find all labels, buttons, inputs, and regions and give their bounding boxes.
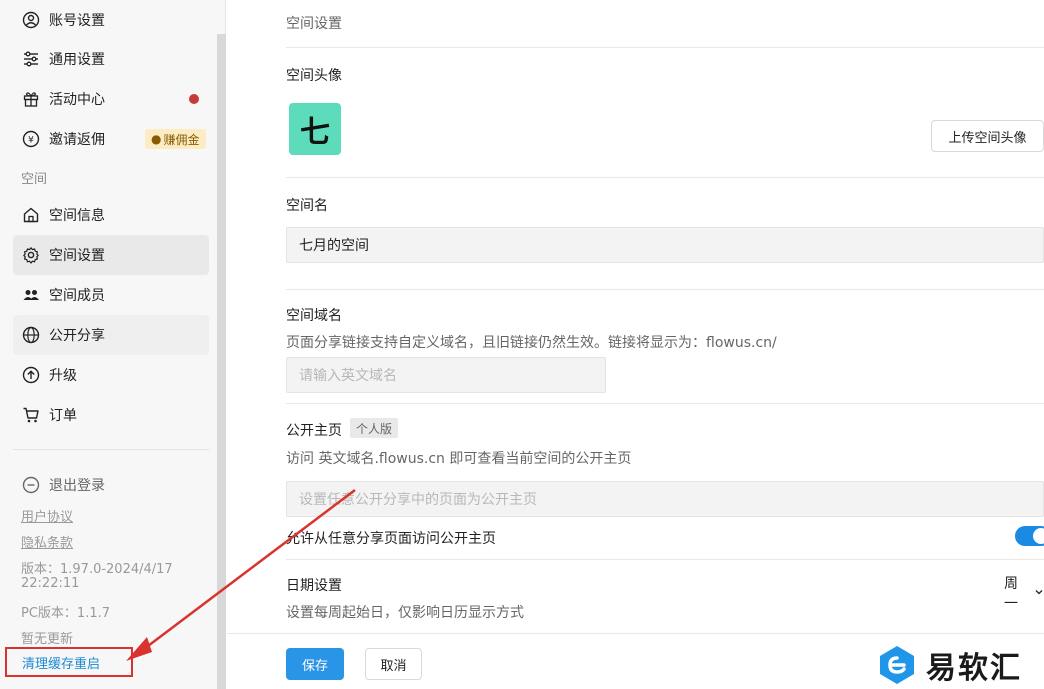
gear-icon: [21, 245, 41, 265]
sidebar-item-label: 升级: [49, 368, 77, 384]
user-agreement-link[interactable]: 用户协议: [21, 506, 73, 525]
notification-dot: [189, 94, 199, 104]
public-homepage-title: 公开主页: [286, 423, 342, 439]
allow-access-label: 允许从任意分享页面访问公开主页: [286, 531, 496, 547]
sidebar-item-upgrade[interactable]: 升级: [13, 355, 209, 395]
divider: [286, 177, 1044, 178]
homepage-select-input[interactable]: 设置任意公开分享中的页面为公开主页: [286, 481, 1044, 517]
sidebar-item-label: 通用设置: [49, 52, 105, 68]
save-button[interactable]: 保存: [286, 648, 344, 680]
space-avatar[interactable]: 七: [289, 103, 341, 155]
members-icon: [21, 285, 41, 305]
sidebar-item-public-share[interactable]: 公开分享: [13, 315, 209, 355]
sidebar-scrollbar[interactable]: [217, 34, 226, 689]
divider: [286, 289, 1044, 290]
sidebar-item-label: 空间成员: [49, 288, 105, 304]
brand-logo-icon: [880, 646, 914, 684]
no-update-text: 暂无更新: [21, 632, 74, 647]
pc-version-text: PC版本：1.1.7: [21, 606, 110, 621]
week-start-value: 周一: [1004, 576, 1018, 612]
sidebar-item-invite[interactable]: ¥ 邀请返佣 ● 赚佣金: [13, 119, 209, 159]
divider: [286, 559, 1044, 560]
clear-cache-restart-link[interactable]: 清理缓存重启: [5, 647, 133, 677]
version-text: 版本：1.97.0-2024/4/17: [21, 562, 173, 577]
sidebar-item-label: 订单: [49, 408, 77, 424]
divider: [286, 403, 1044, 404]
domain-input[interactable]: 请输入英文域名: [286, 357, 606, 393]
arrow-up-circle-icon: [21, 365, 41, 385]
sidebar-item-members[interactable]: 空间成员: [13, 275, 209, 315]
upload-avatar-button[interactable]: 上传空间头像: [931, 120, 1044, 152]
space-domain-desc: 页面分享链接支持自定义域名，且旧链接仍然生效。链接将显示为：flowus.cn/: [286, 335, 777, 351]
logout-label: 退出登录: [49, 478, 105, 494]
sidebar-item-orders[interactable]: 订单: [13, 395, 209, 435]
date-settings-desc: 设置每周起始日，仅影响日历显示方式: [286, 605, 524, 621]
space-section-label: 空间: [21, 172, 48, 187]
watermark-logo: 易软汇: [876, 643, 1022, 687]
coin-icon: ●: [151, 132, 162, 146]
privacy-policy-link[interactable]: 隐私条款: [21, 532, 73, 551]
yen-circle-icon: ¥: [21, 129, 41, 149]
user-circle-icon: [21, 10, 41, 30]
divider: [286, 47, 1044, 48]
sidebar-item-label: 空间设置: [49, 248, 105, 264]
globe-icon: [21, 325, 41, 345]
chevron-down-icon: [1034, 585, 1044, 601]
gift-icon: [21, 89, 41, 109]
sidebar-item-label: 活动中心: [49, 92, 105, 108]
watermark-text: 易软汇: [926, 651, 1022, 686]
sidebar-item-space-settings[interactable]: 空间设置: [13, 235, 209, 275]
sidebar-item-label: 空间信息: [49, 208, 105, 224]
earn-commission-badge: ● 赚佣金: [145, 129, 206, 149]
avatar-section-title: 空间头像: [286, 68, 342, 84]
sidebar-item-space-info[interactable]: 空间信息: [13, 195, 209, 235]
space-domain-title: 空间域名: [286, 308, 342, 324]
sidebar-item-label: 账号设置: [49, 13, 105, 29]
sidebar-item-label: 邀请返佣: [49, 132, 105, 148]
date-settings-title: 日期设置: [286, 578, 342, 594]
public-homepage-desc: 访问 英文域名.flowus.cn 即可查看当前空间的公开主页: [286, 451, 632, 467]
logout-button[interactable]: 退出登录: [13, 465, 209, 505]
space-name-input[interactable]: 七月的空间: [286, 227, 1044, 263]
sliders-icon: [21, 49, 41, 69]
version-time-text: 22:22:11: [21, 576, 80, 591]
week-start-select[interactable]: 周一: [1004, 573, 1044, 613]
sidebar-item-label: 公开分享: [49, 328, 105, 344]
settings-sidebar: 账号设置 通用设置 活动中心 ¥ 邀请返佣 ●赚佣金 空间 空间信息 空间设置: [0, 0, 226, 689]
home-icon: [21, 205, 41, 225]
space-name-title: 空间名: [286, 198, 328, 214]
personal-edition-tag: 个人版: [350, 418, 399, 438]
sidebar-item-activity[interactable]: 活动中心: [13, 79, 209, 119]
space-settings-panel: 空间设置 空间头像 七 上传空间头像 空间名 七月的空间 空间域名 页面分享链接…: [227, 0, 1044, 689]
allow-access-toggle[interactable]: [1015, 526, 1044, 546]
sidebar-divider: [13, 449, 209, 450]
cart-icon: [21, 405, 41, 425]
sidebar-item-account[interactable]: 账号设置: [13, 0, 209, 40]
sidebar-item-general[interactable]: 通用设置: [13, 39, 209, 79]
logout-icon: [21, 475, 41, 495]
svg-text:¥: ¥: [28, 136, 34, 146]
page-title: 空间设置: [286, 16, 342, 32]
cancel-button[interactable]: 取消: [365, 648, 422, 680]
